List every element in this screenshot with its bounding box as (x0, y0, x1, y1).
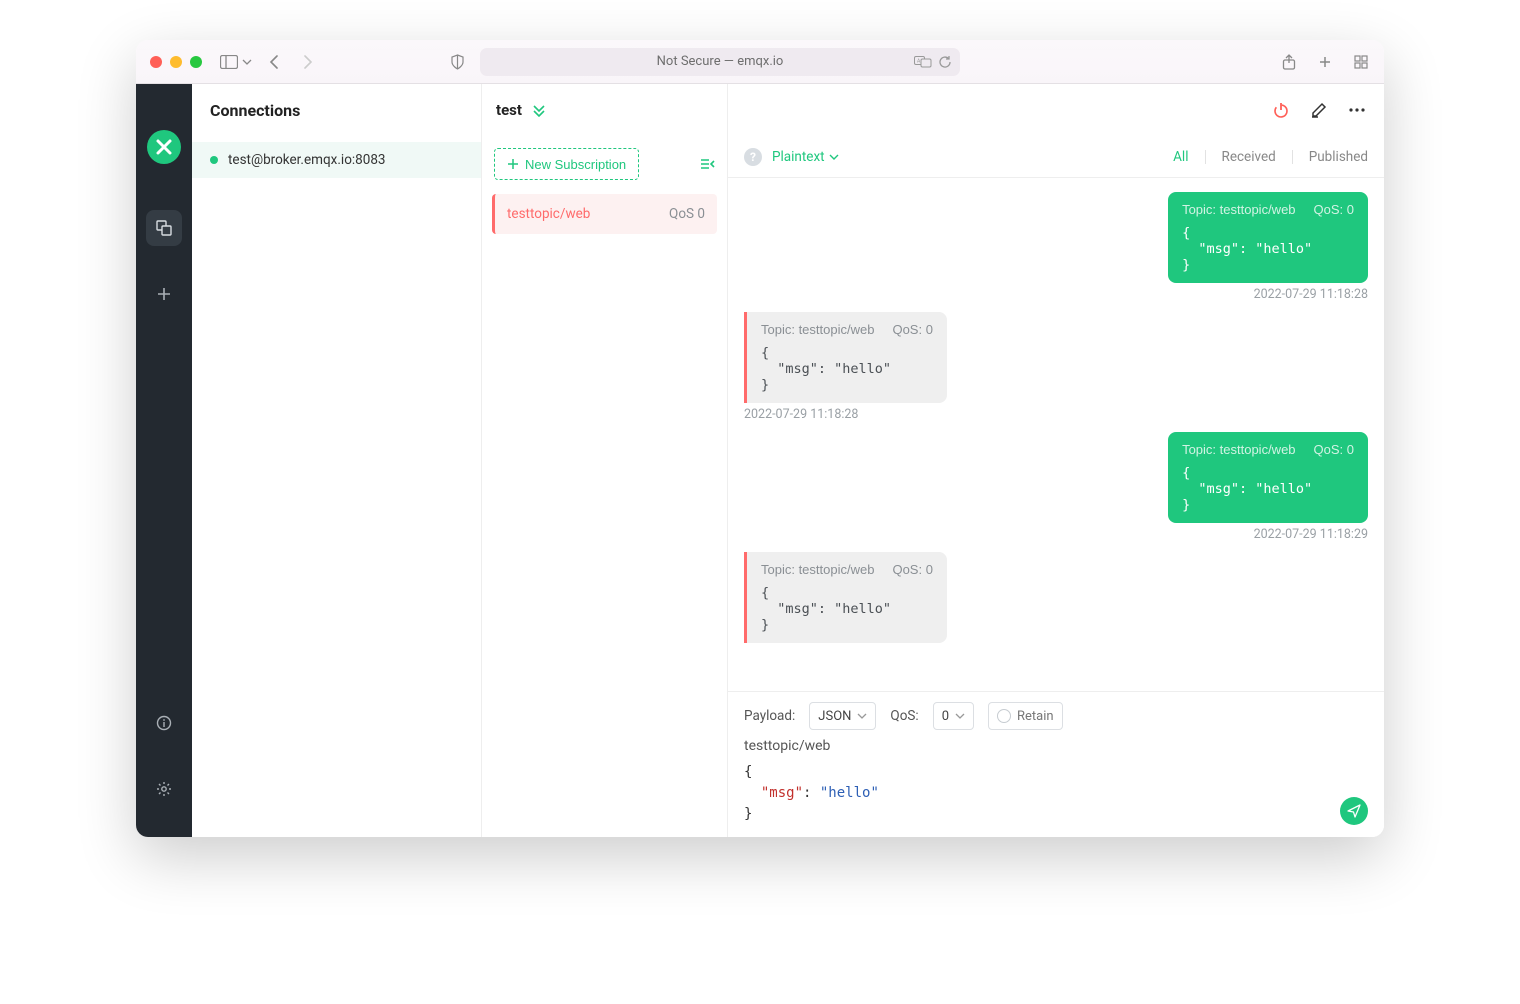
disconnect-button[interactable] (1270, 99, 1292, 121)
message-body: { "msg": "hello" } (761, 345, 933, 393)
message-timestamp: 2022-07-29 11:18:28 (744, 407, 858, 422)
back-button[interactable] (266, 53, 284, 71)
filter-row: ? Plaintext All Received Published (728, 136, 1384, 178)
message-item: Topic: testtopic/web QoS: 0 { "msg": "hel… (744, 312, 1368, 422)
new-subscription-label: New Subscription (525, 157, 626, 172)
filter-tab-received[interactable]: Received (1222, 149, 1276, 165)
chevron-down-icon (857, 711, 867, 721)
payload-label: Payload: (744, 708, 795, 724)
connections-heading: Connections (192, 84, 481, 136)
forward-button[interactable] (298, 53, 316, 71)
message-topic: Topic: testtopic/web (1182, 202, 1295, 217)
app-logo[interactable] (147, 130, 181, 164)
plus-icon (507, 158, 519, 170)
more-button[interactable] (1346, 99, 1368, 121)
message-topic: Topic: testtopic/web (1182, 442, 1295, 457)
chevrons-down-icon[interactable] (532, 103, 546, 117)
help-icon[interactable]: ? (744, 148, 762, 166)
minimize-window-icon[interactable] (170, 56, 182, 68)
message-item: Topic: testtopic/web QoS: 0 { "msg": "hel… (744, 432, 1368, 542)
retain-toggle[interactable]: Retain (988, 702, 1063, 730)
maximize-window-icon[interactable] (190, 56, 202, 68)
message-qos: QoS: 0 (892, 562, 932, 577)
connection-title: test (496, 101, 522, 119)
radio-unchecked-icon (997, 709, 1011, 723)
message-body: { "msg": "hello" } (761, 585, 933, 633)
message-item: Topic: testtopic/web QoS: 0 { "msg": "hel… (744, 192, 1368, 302)
subscriptions-panel: test New Subscription testtopic/web QoS … (482, 84, 728, 837)
collapse-panel-icon[interactable] (699, 157, 715, 171)
message-topic: Topic: testtopic/web (761, 322, 874, 337)
qos-label: QoS: (890, 708, 918, 724)
connection-label: test@broker.emqx.io:8083 (228, 152, 386, 168)
subscription-qos: QoS 0 (669, 206, 705, 222)
message-timestamp: 2022-07-29 11:18:28 (1254, 287, 1368, 302)
edit-button[interactable] (1308, 99, 1330, 121)
close-window-icon[interactable] (150, 56, 162, 68)
message-bubble-published: Topic: testtopic/web QoS: 0 { "msg": "hel… (1168, 432, 1368, 523)
subscription-item[interactable]: testtopic/web QoS 0 (492, 194, 717, 234)
messages-panel: ? Plaintext All Received Published (728, 84, 1384, 837)
svg-text:A: A (917, 58, 921, 64)
status-online-icon (210, 156, 218, 164)
send-button[interactable] (1340, 797, 1368, 825)
translate-icon[interactable]: A (914, 56, 932, 68)
filter-tab-all[interactable]: All (1173, 149, 1188, 165)
new-tab-icon[interactable] (1316, 53, 1334, 71)
message-item: Topic: testtopic/web QoS: 0 { "msg": "hel… (744, 552, 1368, 643)
publish-topic-input[interactable]: testtopic/web (744, 738, 1368, 754)
window-controls (150, 56, 202, 68)
message-body: { "msg": "hello" } (1182, 225, 1354, 273)
filter-tab-published[interactable]: Published (1309, 149, 1368, 165)
messages-list[interactable]: Topic: testtopic/web QoS: 0 { "msg": "hel… (728, 178, 1384, 691)
shield-icon[interactable] (450, 54, 465, 70)
browser-sidebar-toggle[interactable] (220, 55, 252, 69)
chevron-down-icon (242, 57, 252, 67)
connections-sidebar: Connections test@broker.emqx.io:8083 (192, 84, 482, 837)
message-timestamp: 2022-07-29 11:18:29 (1254, 527, 1368, 542)
chevron-down-icon (955, 711, 965, 721)
publish-bar: Payload: JSON QoS: 0 Retain test (728, 691, 1384, 837)
payload-format-dropdown[interactable]: JSON (809, 702, 876, 730)
message-topic: Topic: testtopic/web (761, 562, 874, 577)
rail-new-button[interactable] (146, 276, 182, 312)
send-icon (1347, 804, 1361, 818)
qos-dropdown[interactable]: 0 (933, 702, 974, 730)
new-subscription-button[interactable]: New Subscription (494, 148, 639, 180)
connection-item[interactable]: test@broker.emqx.io:8083 (192, 142, 481, 178)
app-rail (136, 84, 192, 837)
message-bubble-published: Topic: testtopic/web QoS: 0 { "msg": "hel… (1168, 192, 1368, 283)
publish-payload-editor[interactable]: { "msg": "hello"} (744, 762, 1368, 825)
chevron-down-icon (829, 152, 839, 162)
address-bar[interactable]: Not Secure — emqx.io A (480, 48, 960, 76)
message-qos: QoS: 0 (1314, 442, 1354, 457)
browser-titlebar: Not Secure — emqx.io A (136, 40, 1384, 84)
rail-connections-button[interactable] (146, 210, 182, 246)
address-text: Not Secure — emqx.io (657, 54, 784, 69)
message-qos: QoS: 0 (1314, 202, 1354, 217)
share-icon[interactable] (1280, 53, 1298, 71)
reload-icon[interactable] (938, 55, 952, 69)
message-bubble-received: Topic: testtopic/web QoS: 0 { "msg": "hel… (744, 552, 947, 643)
subscription-topic: testtopic/web (507, 206, 590, 222)
message-body: { "msg": "hello" } (1182, 465, 1354, 513)
rail-settings-button[interactable] (146, 771, 182, 807)
payload-format-select[interactable]: Plaintext (772, 149, 839, 165)
message-bubble-received: Topic: testtopic/web QoS: 0 { "msg": "hel… (744, 312, 947, 403)
tabs-overview-icon[interactable] (1352, 53, 1370, 71)
rail-info-button[interactable] (146, 705, 182, 741)
message-qos: QoS: 0 (892, 322, 932, 337)
